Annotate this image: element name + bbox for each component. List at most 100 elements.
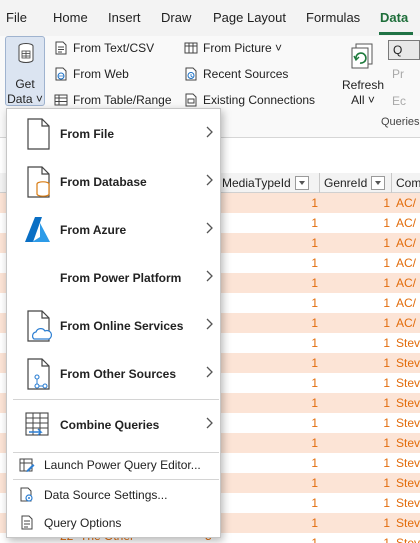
column-header-genreid[interactable]: GenreId bbox=[324, 173, 386, 193]
menu-item-data-source-settings[interactable]: Data Source Settings... bbox=[7, 484, 220, 506]
column-header-label: MediaTypeId bbox=[222, 176, 291, 190]
table-cell-mediatypeid[interactable]: 1 bbox=[300, 276, 318, 290]
menu-item-from-azure[interactable]: From Azure bbox=[7, 207, 220, 253]
from-web-button[interactable]: From Web bbox=[54, 65, 129, 83]
table-cell-mediatypeid[interactable]: 1 bbox=[300, 216, 318, 230]
table-cell-mediatypeid[interactable]: 1 bbox=[300, 476, 318, 490]
menu-item-from-power-platform[interactable]: From Power Platform bbox=[7, 255, 220, 301]
network-file-icon bbox=[27, 358, 50, 390]
table-cell-composer[interactable]: Stev bbox=[396, 496, 420, 510]
table-cell-genreid[interactable]: 1 bbox=[372, 476, 390, 490]
menu-item-from-file[interactable]: From File bbox=[7, 111, 220, 157]
table-cell-genreid[interactable]: 1 bbox=[372, 336, 390, 350]
tab-formulas[interactable]: Formulas bbox=[306, 10, 360, 25]
refresh-all-label-line1: Refresh bbox=[341, 78, 385, 92]
table-cell-genreid[interactable]: 1 bbox=[372, 376, 390, 390]
table-cell-genreid[interactable]: 1 bbox=[372, 216, 390, 230]
from-text-csv-button[interactable]: From Text/CSV bbox=[54, 39, 154, 57]
table-cell-mediatypeid[interactable]: 1 bbox=[300, 316, 318, 330]
table-cell-genreid[interactable]: 1 bbox=[372, 416, 390, 430]
edit-links-button[interactable]: Ec bbox=[392, 94, 406, 108]
column-header-composer[interactable]: Com bbox=[396, 173, 420, 193]
table-cell-genreid[interactable]: 1 bbox=[372, 356, 390, 370]
table-cell-composer[interactable]: Stev bbox=[396, 336, 420, 350]
menu-item-combine-queries[interactable]: Combine Queries bbox=[7, 402, 220, 448]
data-source-settings-icon bbox=[20, 487, 33, 502]
existing-connections-icon bbox=[185, 93, 197, 107]
menu-item-from-other-sources[interactable]: From Other Sources bbox=[7, 351, 220, 397]
chevron-right-icon bbox=[206, 270, 213, 282]
menu-item-from-database[interactable]: From Database bbox=[7, 159, 220, 205]
menu-item-launch-power-query-editor[interactable]: Launch Power Query Editor... bbox=[7, 454, 220, 476]
table-cell-genreid[interactable]: 1 bbox=[372, 436, 390, 450]
table-cell-mediatypeid[interactable]: 1 bbox=[300, 396, 318, 410]
table-cell-composer[interactable]: AC/ bbox=[396, 256, 416, 270]
menu-item-query-options[interactable]: Query Options bbox=[7, 512, 220, 534]
table-cell-mediatypeid[interactable]: 1 bbox=[300, 376, 318, 390]
table-cell-genreid[interactable]: 1 bbox=[372, 236, 390, 250]
table-cell-genreid[interactable]: 1 bbox=[372, 296, 390, 310]
table-cell-genreid[interactable]: 1 bbox=[372, 496, 390, 510]
table-cell-mediatypeid[interactable]: 1 bbox=[300, 196, 318, 210]
table-cell-composer[interactable]: AC/ bbox=[396, 236, 416, 250]
table-cell-composer[interactable]: Stev bbox=[396, 476, 420, 490]
from-table-range-label: From Table/Range bbox=[73, 93, 172, 107]
table-cell-composer[interactable]: Stev bbox=[396, 436, 420, 450]
tab-data[interactable]: Data bbox=[380, 10, 408, 25]
table-cell-mediatypeid[interactable]: 1 bbox=[300, 436, 318, 450]
table-cell-mediatypeid[interactable]: 1 bbox=[300, 356, 318, 370]
get-data-menu: From File From Database From Azure From … bbox=[6, 108, 221, 538]
table-cell-composer[interactable]: Stev bbox=[396, 396, 420, 410]
table-cell-genreid[interactable]: 1 bbox=[372, 396, 390, 410]
table-cell-composer[interactable]: Stev bbox=[396, 376, 420, 390]
menu-item-label: Launch Power Query Editor... bbox=[44, 458, 201, 472]
table-cell-composer[interactable]: AC/ bbox=[396, 316, 416, 330]
refresh-all-button[interactable]: Refresh All ˅ bbox=[338, 40, 388, 112]
table-cell-mediatypeid[interactable]: 1 bbox=[300, 256, 318, 270]
table-cell-composer[interactable]: Stev bbox=[396, 356, 420, 370]
table-cell-composer[interactable]: AC/ bbox=[396, 196, 416, 210]
menu-item-from-online-services[interactable]: From Online Services bbox=[7, 303, 220, 349]
table-cell-genreid[interactable]: 1 bbox=[372, 316, 390, 330]
table-cell-mediatypeid[interactable]: 1 bbox=[300, 336, 318, 350]
queries-connections-button[interactable]: Q bbox=[388, 40, 420, 60]
tab-draw[interactable]: Draw bbox=[161, 10, 191, 25]
table-cell-composer[interactable]: AC/ bbox=[396, 216, 416, 230]
column-header-mediatypeid[interactable]: MediaTypeId bbox=[222, 173, 309, 193]
table-cell-composer[interactable]: AC/ bbox=[396, 276, 416, 290]
menu-item-label: From Power Platform bbox=[60, 271, 182, 285]
get-data-label-line1: Get bbox=[15, 77, 35, 91]
table-cell-genreid[interactable]: 1 bbox=[372, 256, 390, 270]
recent-sources-icon bbox=[185, 67, 197, 81]
table-cell-genreid[interactable]: 1 bbox=[372, 196, 390, 210]
tab-insert[interactable]: Insert bbox=[108, 10, 141, 25]
properties-button[interactable]: Pr bbox=[392, 67, 404, 81]
table-cell-genreid[interactable]: 1 bbox=[372, 516, 390, 530]
table-cell-mediatypeid[interactable]: 1 bbox=[300, 236, 318, 250]
filter-dropdown-icon[interactable] bbox=[371, 176, 386, 190]
table-cell-mediatypeid[interactable]: 1 bbox=[300, 516, 318, 530]
table-cell-mediatypeid[interactable]: 1 bbox=[300, 496, 318, 510]
table-cell-genreid[interactable]: 1 bbox=[372, 456, 390, 470]
existing-connections-button[interactable]: Existing Connections bbox=[184, 91, 315, 109]
from-picture-button[interactable]: From Picture ˅ bbox=[184, 39, 282, 57]
table-cell-composer[interactable]: AC/ bbox=[396, 296, 416, 310]
table-cell-composer[interactable]: Stev bbox=[396, 416, 420, 430]
get-data-button[interactable]: Get Data ˅ bbox=[5, 36, 45, 106]
table-cell-mediatypeid[interactable]: 1 bbox=[300, 416, 318, 430]
tab-home[interactable]: Home bbox=[53, 10, 88, 25]
web-file-icon bbox=[55, 67, 67, 81]
chevron-right-icon bbox=[206, 366, 213, 378]
tab-page-layout[interactable]: Page Layout bbox=[213, 10, 286, 25]
table-cell-composer[interactable]: Stev bbox=[396, 456, 420, 470]
filter-dropdown-icon[interactable] bbox=[294, 176, 309, 190]
menu-item-label: From Database bbox=[60, 175, 147, 189]
table-cell-composer[interactable]: Stev bbox=[396, 516, 420, 530]
tab-file[interactable]: File bbox=[6, 10, 27, 25]
menu-item-label: Combine Queries bbox=[60, 418, 160, 432]
table-cell-genreid[interactable]: 1 bbox=[372, 276, 390, 290]
recent-sources-button[interactable]: Recent Sources bbox=[184, 65, 288, 83]
table-cell-mediatypeid[interactable]: 1 bbox=[300, 456, 318, 470]
from-table-range-button[interactable]: From Table/Range bbox=[54, 91, 172, 109]
table-cell-mediatypeid[interactable]: 1 bbox=[300, 296, 318, 310]
